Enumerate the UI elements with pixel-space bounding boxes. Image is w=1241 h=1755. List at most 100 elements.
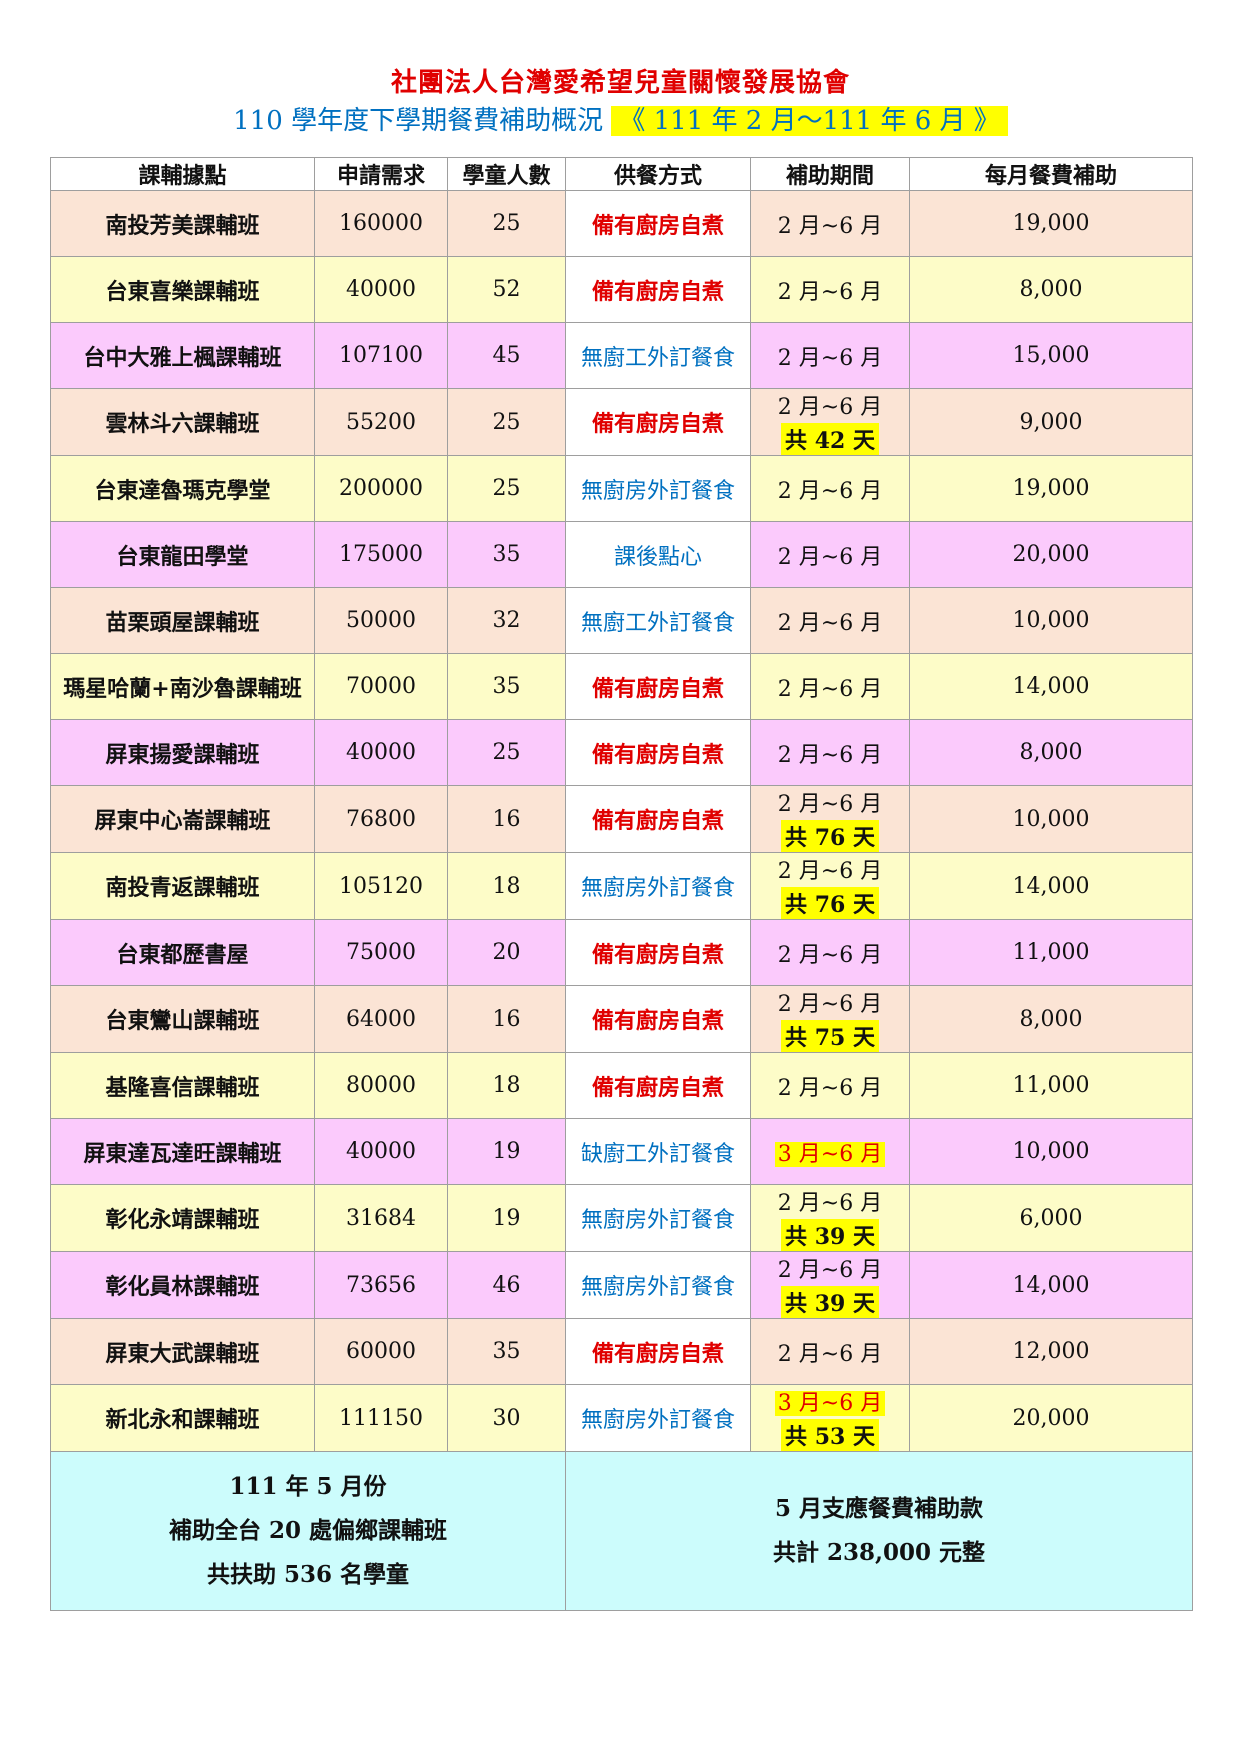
col-header-period: 補助期間 — [750, 157, 910, 191]
student-count: 45 — [447, 322, 566, 389]
request-amount: 40000 — [314, 256, 448, 323]
period-text: 2 月~6 月 — [777, 478, 883, 504]
meal-method: 無廚房外訂餐食 — [565, 455, 751, 522]
student-count: 18 — [447, 852, 566, 920]
student-count: 35 — [447, 1318, 566, 1385]
report-subtitle-text: 110 學年度下學期餐費補助概況 — [233, 106, 604, 136]
subsidy-period: 2 月~6 月共 39 天 — [750, 1184, 910, 1252]
meal-method-text: 無廚房外訂餐食 — [580, 876, 735, 901]
report-period: 《 111 年 2 月～111 年 6 月 》 — [611, 106, 1008, 136]
subsidy-period: 2 月~6 月 — [750, 1052, 910, 1119]
student-count: 25 — [447, 455, 566, 522]
site-name: 彰化永靖課輔班 — [50, 1184, 315, 1252]
subsidy-period: 2 月~6 月 — [750, 455, 910, 522]
summary-payment-total: 共計 238,000 元整 — [772, 1539, 986, 1566]
subsidy-period: 2 月~6 月共 75 天 — [750, 985, 910, 1053]
table-row: 台東達魯瑪克學堂 200000 25 無廚房外訂餐食 2 月~6 月 19,000 — [50, 455, 1193, 522]
student-count: 52 — [447, 256, 566, 323]
monthly-subsidy: 20,000 — [909, 1384, 1193, 1452]
student-count: 16 — [447, 785, 566, 853]
meal-method-text: 無廚工外訂餐食 — [580, 610, 735, 636]
period-text: 3 月~6 月 — [774, 1391, 886, 1416]
period-text: 2 月~6 月 — [777, 1258, 883, 1283]
table-row: 南投芳美課輔班 160000 25 備有廚房自煮 2 月~6 月 19,000 — [50, 190, 1193, 257]
monthly-subsidy: 8,000 — [909, 719, 1193, 786]
subsidy-period: 2 月~6 月 — [750, 719, 910, 786]
col-header-students: 學童人數 — [447, 157, 566, 191]
site-name: 台東喜樂課輔班 — [50, 256, 315, 323]
meal-method-text: 無廚工外訂餐食 — [580, 345, 735, 371]
period-days: 共 42 天 — [781, 423, 879, 455]
subsidy-period: 2 月~6 月 — [750, 190, 910, 257]
period-days: 共 76 天 — [781, 820, 879, 852]
period-text: 2 月~6 月 — [777, 792, 883, 817]
request-amount: 80000 — [314, 1052, 448, 1119]
period-days: 共 75 天 — [781, 1020, 879, 1052]
summary-month: 111 年 5 月份 — [229, 1473, 387, 1500]
meal-method-text: 備有廚房自煮 — [591, 278, 724, 305]
meal-method-text: 備有廚房自煮 — [591, 675, 724, 702]
period-text: 2 月~6 月 — [777, 345, 883, 371]
col-header-site: 課輔據點 — [50, 157, 315, 191]
table-header-row: 課輔據點 申請需求 學童人數 供餐方式 補助期間 每月餐費補助 — [50, 157, 1193, 191]
summary-payment-label: 5 月支應餐費補助款 — [774, 1495, 983, 1522]
site-name: 屏東達瓦達旺課輔班 — [50, 1118, 315, 1185]
meal-method: 備有廚房自煮 — [565, 1318, 751, 1385]
site-name: 屏東揚愛課輔班 — [50, 719, 315, 786]
meal-method-text: 備有廚房自煮 — [591, 808, 724, 834]
period-text: 2 月~6 月 — [777, 279, 883, 305]
meal-method-text: 備有廚房自煮 — [591, 1008, 724, 1034]
request-amount: 50000 — [314, 587, 448, 654]
student-count: 20 — [447, 919, 566, 986]
period-text: 2 月~6 月 — [777, 1341, 883, 1367]
site-name: 台東達魯瑪克學堂 — [50, 455, 315, 522]
period-text: 2 月~6 月 — [777, 992, 883, 1017]
period-days: 共 39 天 — [781, 1286, 879, 1318]
monthly-subsidy: 11,000 — [909, 1052, 1193, 1119]
organization-title: 社團法人台灣愛希望兒童關懷發展協會 — [390, 68, 850, 98]
meal-method: 無廚房外訂餐食 — [565, 852, 751, 920]
meal-method-text: 備有廚房自煮 — [591, 411, 724, 437]
subsidy-table: 課輔據點 申請需求 學童人數 供餐方式 補助期間 每月餐費補助 南投芳美課輔班 1… — [50, 157, 1193, 1611]
period-text: 3 月~6 月 — [774, 1141, 886, 1167]
monthly-subsidy: 10,000 — [909, 587, 1193, 654]
meal-method: 備有廚房自煮 — [565, 719, 751, 786]
request-amount: 76800 — [314, 785, 448, 853]
period-text: 2 月~6 月 — [777, 859, 883, 884]
meal-method: 無廚房外訂餐食 — [565, 1384, 751, 1452]
site-name: 瑪星哈蘭+南沙魯課輔班 — [50, 653, 315, 720]
site-name: 新北永和課輔班 — [50, 1384, 315, 1452]
subsidy-period: 3 月~6 月 — [750, 1118, 910, 1185]
student-count: 16 — [447, 985, 566, 1053]
table-row: 台中大雅上楓課輔班 107100 45 無廚工外訂餐食 2 月~6 月 15,000 — [50, 322, 1193, 389]
subsidy-period: 2 月~6 月 — [750, 521, 910, 588]
subsidy-period: 2 月~6 月 — [750, 322, 910, 389]
subsidy-period: 2 月~6 月共 76 天 — [750, 785, 910, 853]
meal-method: 備有廚房自煮 — [565, 1052, 751, 1119]
monthly-subsidy: 19,000 — [909, 190, 1193, 257]
monthly-subsidy: 6,000 — [909, 1184, 1193, 1252]
meal-method-text: 缺廚工外訂餐食 — [580, 1141, 735, 1167]
meal-method-text: 備有廚房自煮 — [591, 1074, 724, 1101]
table-row: 南投青返課輔班 105120 18 無廚房外訂餐食 2 月~6 月共 76 天 14,00… — [50, 852, 1193, 920]
table-row: 台東喜樂課輔班 40000 52 備有廚房自煮 2 月~6 月 8,000 — [50, 256, 1193, 323]
request-amount: 75000 — [314, 919, 448, 986]
period-text: 2 月~6 月 — [777, 942, 883, 968]
request-amount: 40000 — [314, 719, 448, 786]
table-row: 基隆喜信課輔班 80000 18 備有廚房自煮 2 月~6 月 11,000 — [50, 1052, 1193, 1119]
meal-method-text: 備有廚房自煮 — [591, 212, 724, 239]
monthly-subsidy: 8,000 — [909, 256, 1193, 323]
period-text: 2 月~6 月 — [777, 1075, 883, 1101]
table-row: 屏東達瓦達旺課輔班 40000 19 缺廚工外訂餐食 3 月~6 月 10,000 — [50, 1118, 1193, 1185]
meal-method-text: 備有廚房自煮 — [591, 1340, 724, 1367]
request-amount: 73656 — [314, 1251, 448, 1319]
site-name: 南投青返課輔班 — [50, 852, 315, 920]
site-name: 彰化員林課輔班 — [50, 1251, 315, 1319]
site-name: 台東都歷書屋 — [50, 919, 315, 986]
site-name: 台東龍田學堂 — [50, 521, 315, 588]
col-header-monthly: 每月餐費補助 — [909, 157, 1193, 191]
period-text: 2 月~6 月 — [777, 213, 883, 239]
meal-method: 缺廚工外訂餐食 — [565, 1118, 751, 1185]
subsidy-period: 2 月~6 月 — [750, 256, 910, 323]
period-days: 共 39 天 — [781, 1219, 879, 1251]
